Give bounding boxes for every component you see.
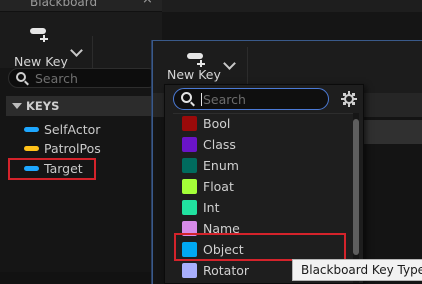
key-item-patrolpos[interactable]: PatrolPos bbox=[24, 140, 134, 158]
blackboard-tab[interactable]: Blackboard × bbox=[0, 0, 162, 12]
new-key-button[interactable]: New Key bbox=[165, 49, 249, 89]
panel-bottom-strip bbox=[0, 272, 162, 284]
object-key-icon bbox=[24, 127, 39, 132]
type-label: Class bbox=[203, 137, 236, 152]
key-label: SelfActor bbox=[44, 122, 101, 137]
bool-type-swatch bbox=[182, 116, 197, 131]
int-type-swatch bbox=[182, 200, 197, 215]
type-item-class[interactable]: Class bbox=[175, 134, 351, 155]
key-type-search-input[interactable] bbox=[203, 91, 323, 107]
text-caret bbox=[201, 93, 202, 106]
keys-section-header[interactable]: KEYS bbox=[6, 96, 162, 116]
type-item-float[interactable]: Float bbox=[175, 176, 351, 197]
key-type-tooltip: Blackboard Key Type C bbox=[292, 259, 422, 281]
tooltip-text: Blackboard Key Type C bbox=[301, 263, 422, 277]
blackboard-search-input[interactable] bbox=[35, 70, 155, 86]
vector-key-icon bbox=[24, 146, 39, 151]
type-label: Bool bbox=[203, 116, 231, 131]
key-type-search-box[interactable] bbox=[173, 88, 329, 110]
key-item-selfactor[interactable]: SelfActor bbox=[24, 121, 134, 139]
new-key-icon bbox=[187, 51, 205, 67]
new-key-button[interactable]: New Key bbox=[6, 26, 90, 74]
new-key-label: New Key bbox=[14, 54, 68, 69]
chevron-down-icon[interactable] bbox=[223, 57, 236, 70]
tab-bar-background bbox=[162, 0, 422, 12]
type-label: Float bbox=[203, 179, 234, 194]
type-label: Rotator bbox=[203, 263, 250, 278]
collapse-arrow-icon[interactable] bbox=[12, 103, 22, 109]
blackboard-tab-title: Blackboard bbox=[30, 0, 98, 9]
type-label: Enum bbox=[203, 158, 239, 173]
close-icon[interactable]: × bbox=[142, 0, 153, 7]
blackboard-search-box[interactable] bbox=[8, 68, 158, 88]
chevron-down-icon[interactable] bbox=[70, 44, 83, 57]
gear-icon[interactable] bbox=[341, 91, 357, 107]
keys-header-label: KEYS bbox=[26, 99, 60, 113]
enum-type-swatch bbox=[182, 158, 197, 173]
dropdown-scrollbar[interactable] bbox=[353, 113, 359, 283]
object-highlight-box bbox=[174, 233, 346, 261]
type-label: Int bbox=[203, 200, 220, 215]
key-label: PatrolPos bbox=[44, 141, 101, 156]
target-highlight-box bbox=[8, 158, 96, 180]
rotator-type-swatch bbox=[182, 263, 197, 278]
new-key-icon bbox=[30, 26, 48, 42]
type-item-int[interactable]: Int bbox=[175, 197, 351, 218]
class-type-swatch bbox=[182, 137, 197, 152]
scrollbar-thumb[interactable] bbox=[353, 119, 359, 255]
float-type-swatch bbox=[182, 179, 197, 194]
new-key-label: New Key bbox=[167, 67, 221, 82]
type-item-enum[interactable]: Enum bbox=[175, 155, 351, 176]
type-item-bool[interactable]: Bool bbox=[175, 113, 351, 134]
blackboard-toolbar: New Key bbox=[0, 12, 162, 76]
